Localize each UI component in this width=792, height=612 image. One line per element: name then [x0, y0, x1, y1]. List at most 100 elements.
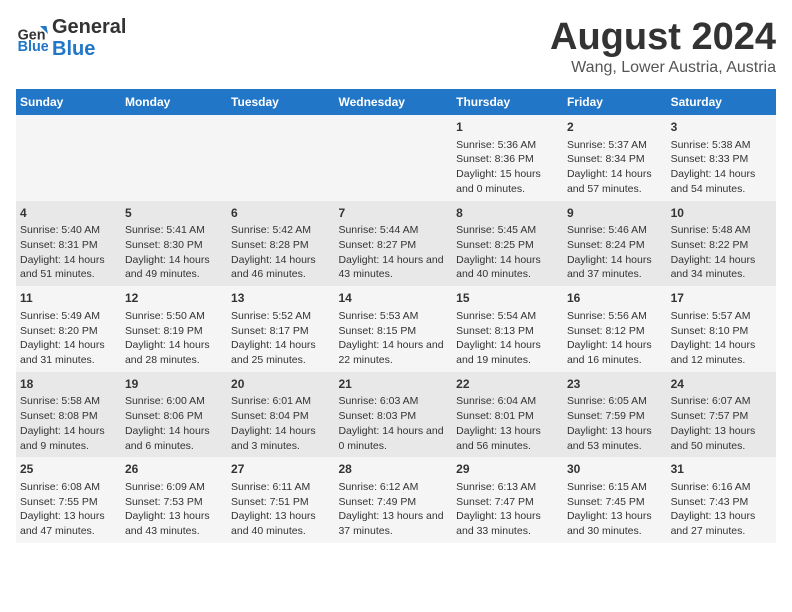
cell-detail: Sunrise: 6:05 AM Sunset: 7:59 PM Dayligh…	[567, 394, 663, 453]
cell-1-2	[227, 115, 334, 201]
cell-5-3: 28 Sunrise: 6:12 AM Sunset: 7:49 PM Dayli…	[334, 457, 452, 543]
cell-4-6: 24Sunrise: 6:07 AM Sunset: 7:57 PM Dayli…	[667, 372, 776, 458]
day-number: 4	[20, 205, 117, 222]
main-title: August 2024	[550, 16, 776, 59]
cell-detail: Sunrise: 5:44 AM Sunset: 8:27 PM Dayligh…	[338, 223, 448, 282]
week-row-2: 4Sunrise: 5:40 AM Sunset: 8:31 PM Daylig…	[16, 201, 776, 287]
cell-5-6: 31 Sunrise: 6:16 AM Sunset: 7:43 PM Dayli…	[667, 457, 776, 543]
day-number: 31	[671, 461, 772, 478]
cell-detail: Sunrise: 5:46 AM Sunset: 8:24 PM Dayligh…	[567, 223, 663, 282]
day-number: 11	[20, 290, 117, 307]
cell-detail: Sunrise: 5:36 AM Sunset: 8:36 PM Dayligh…	[456, 138, 559, 197]
cell-4-5: 23Sunrise: 6:05 AM Sunset: 7:59 PM Dayli…	[563, 372, 667, 458]
day-number: 7	[338, 205, 448, 222]
title-block: August 2024 Wang, Lower Austria, Austria	[550, 16, 776, 77]
col-header-sunday: Sunday	[16, 89, 121, 115]
day-number: 9	[567, 205, 663, 222]
cell-detail: Sunrise: 5:42 AM Sunset: 8:28 PM Dayligh…	[231, 223, 330, 282]
cell-3-3: 14 Sunrise: 5:53 AM Sunset: 8:15 PM Dayli…	[334, 286, 452, 372]
day-number: 27	[231, 461, 330, 478]
day-number: 1	[456, 119, 559, 136]
cell-2-6: 10Sunrise: 5:48 AM Sunset: 8:22 PM Dayli…	[667, 201, 776, 287]
cell-2-2: 6Sunrise: 5:42 AM Sunset: 8:28 PM Daylig…	[227, 201, 334, 287]
cell-2-0: 4Sunrise: 5:40 AM Sunset: 8:31 PM Daylig…	[16, 201, 121, 287]
week-row-3: 11 Sunrise: 5:49 AM Sunset: 8:20 PM Dayli…	[16, 286, 776, 372]
day-number: 22	[456, 376, 559, 393]
cell-3-1: 12 Sunrise: 5:50 AM Sunset: 8:19 PM Dayli…	[121, 286, 227, 372]
cell-detail: Sunrise: 6:12 AM Sunset: 7:49 PM Dayligh…	[338, 480, 448, 539]
cell-detail: Sunrise: 6:13 AM Sunset: 7:47 PM Dayligh…	[456, 480, 559, 539]
week-row-1: 1 Sunrise: 5:36 AM Sunset: 8:36 PM Daylig…	[16, 115, 776, 201]
col-header-tuesday: Tuesday	[227, 89, 334, 115]
day-number: 28	[338, 461, 448, 478]
cell-detail: Sunrise: 5:56 AM Sunset: 8:12 PM Dayligh…	[567, 309, 663, 368]
cell-detail: Sunrise: 5:40 AM Sunset: 8:31 PM Dayligh…	[20, 223, 117, 282]
cell-detail: Sunrise: 5:54 AM Sunset: 8:13 PM Dayligh…	[456, 309, 559, 368]
col-header-monday: Monday	[121, 89, 227, 115]
logo-line2: Blue	[52, 38, 126, 60]
week-row-5: 25Sunrise: 6:08 AM Sunset: 7:55 PM Dayli…	[16, 457, 776, 543]
cell-detail: Sunrise: 5:52 AM Sunset: 8:17 PM Dayligh…	[231, 309, 330, 368]
col-header-thursday: Thursday	[452, 89, 563, 115]
cell-detail: Sunrise: 5:45 AM Sunset: 8:25 PM Dayligh…	[456, 223, 559, 282]
cell-3-0: 11 Sunrise: 5:49 AM Sunset: 8:20 PM Dayli…	[16, 286, 121, 372]
col-header-wednesday: Wednesday	[334, 89, 452, 115]
day-number: 29	[456, 461, 559, 478]
cell-1-6: 3 Sunrise: 5:38 AM Sunset: 8:33 PM Daylig…	[667, 115, 776, 201]
logo: Gen Blue General Blue	[16, 16, 126, 60]
day-number: 21	[338, 376, 448, 393]
day-number: 20	[231, 376, 330, 393]
cell-detail: Sunrise: 6:11 AM Sunset: 7:51 PM Dayligh…	[231, 480, 330, 539]
cell-detail: Sunrise: 5:41 AM Sunset: 8:30 PM Dayligh…	[125, 223, 223, 282]
day-number: 5	[125, 205, 223, 222]
day-number: 23	[567, 376, 663, 393]
day-number: 2	[567, 119, 663, 136]
cell-2-1: 5Sunrise: 5:41 AM Sunset: 8:30 PM Daylig…	[121, 201, 227, 287]
cell-5-2: 27 Sunrise: 6:11 AM Sunset: 7:51 PM Dayli…	[227, 457, 334, 543]
cell-1-4: 1 Sunrise: 5:36 AM Sunset: 8:36 PM Daylig…	[452, 115, 563, 201]
subtitle: Wang, Lower Austria, Austria	[550, 59, 776, 77]
day-number: 3	[671, 119, 772, 136]
cell-4-3: 21Sunrise: 6:03 AM Sunset: 8:03 PM Dayli…	[334, 372, 452, 458]
day-number: 16	[567, 290, 663, 307]
calendar-table: SundayMondayTuesdayWednesdayThursdayFrid…	[16, 89, 776, 543]
day-number: 15	[456, 290, 559, 307]
cell-1-3	[334, 115, 452, 201]
cell-detail: Sunrise: 6:08 AM Sunset: 7:55 PM Dayligh…	[20, 480, 117, 539]
cell-detail: Sunrise: 5:58 AM Sunset: 8:08 PM Dayligh…	[20, 394, 117, 453]
svg-text:Blue: Blue	[18, 39, 48, 54]
cell-detail: Sunrise: 6:01 AM Sunset: 8:04 PM Dayligh…	[231, 394, 330, 453]
cell-5-4: 29 Sunrise: 6:13 AM Sunset: 7:47 PM Dayli…	[452, 457, 563, 543]
cell-detail: Sunrise: 5:57 AM Sunset: 8:10 PM Dayligh…	[671, 309, 772, 368]
day-number: 10	[671, 205, 772, 222]
cell-detail: Sunrise: 5:50 AM Sunset: 8:19 PM Dayligh…	[125, 309, 223, 368]
cell-detail: Sunrise: 6:04 AM Sunset: 8:01 PM Dayligh…	[456, 394, 559, 453]
cell-detail: Sunrise: 6:03 AM Sunset: 8:03 PM Dayligh…	[338, 394, 448, 453]
day-number: 14	[338, 290, 448, 307]
logo-line1: General	[52, 16, 126, 38]
cell-1-0	[16, 115, 121, 201]
cell-3-5: 16 Sunrise: 5:56 AM Sunset: 8:12 PM Dayli…	[563, 286, 667, 372]
cell-detail: Sunrise: 6:15 AM Sunset: 7:45 PM Dayligh…	[567, 480, 663, 539]
cell-detail: Sunrise: 5:38 AM Sunset: 8:33 PM Dayligh…	[671, 138, 772, 197]
day-number: 24	[671, 376, 772, 393]
cell-5-1: 26Sunrise: 6:09 AM Sunset: 7:53 PM Dayli…	[121, 457, 227, 543]
cell-1-1	[121, 115, 227, 201]
cell-detail: Sunrise: 6:07 AM Sunset: 7:57 PM Dayligh…	[671, 394, 772, 453]
day-number: 12	[125, 290, 223, 307]
logo-icon: Gen Blue	[16, 22, 48, 54]
day-number: 19	[125, 376, 223, 393]
day-number: 6	[231, 205, 330, 222]
week-row-4: 18Sunrise: 5:58 AM Sunset: 8:08 PM Dayli…	[16, 372, 776, 458]
cell-detail: Sunrise: 6:16 AM Sunset: 7:43 PM Dayligh…	[671, 480, 772, 539]
cell-4-4: 22Sunrise: 6:04 AM Sunset: 8:01 PM Dayli…	[452, 372, 563, 458]
cell-5-5: 30Sunrise: 6:15 AM Sunset: 7:45 PM Dayli…	[563, 457, 667, 543]
cell-detail: Sunrise: 5:53 AM Sunset: 8:15 PM Dayligh…	[338, 309, 448, 368]
cell-detail: Sunrise: 5:49 AM Sunset: 8:20 PM Dayligh…	[20, 309, 117, 368]
cell-4-1: 19Sunrise: 6:00 AM Sunset: 8:06 PM Dayli…	[121, 372, 227, 458]
col-header-friday: Friday	[563, 89, 667, 115]
day-number: 17	[671, 290, 772, 307]
day-number: 18	[20, 376, 117, 393]
header-row: SundayMondayTuesdayWednesdayThursdayFrid…	[16, 89, 776, 115]
cell-2-4: 8Sunrise: 5:45 AM Sunset: 8:25 PM Daylig…	[452, 201, 563, 287]
